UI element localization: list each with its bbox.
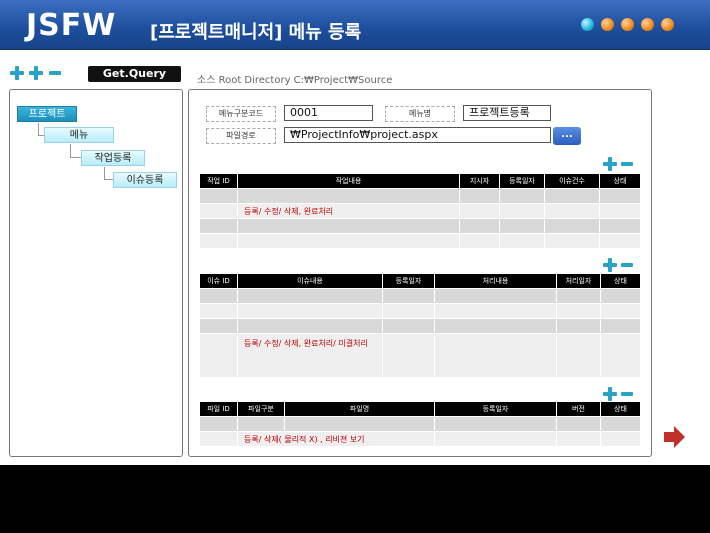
tree-item-menu[interactable]: 메뉴 [44, 127, 114, 143]
remove-file-icon[interactable] [621, 392, 633, 396]
add-issue-icon[interactable] [603, 258, 617, 272]
table-row[interactable] [199, 303, 641, 319]
header-dots [581, 18, 674, 31]
table-row[interactable] [199, 288, 641, 304]
detail-panel: 메뉴구분코드 0001 메뉴명 프로젝트등록 파일경로 ₩ProjectInfo… [188, 89, 652, 457]
col-issue-id[interactable]: 이슈 ID [199, 273, 238, 289]
window-dot-icon[interactable] [641, 18, 654, 31]
menu-code-label: 메뉴구분코드 [206, 106, 276, 122]
window-dot-icon[interactable] [661, 18, 674, 31]
table-row[interactable]: 등록/ 수정/ 삭제, 완료처리/ 미결처리 [199, 333, 641, 378]
source-directory-text: 소스 Root Directory C:₩Project₩Source [197, 75, 393, 86]
table-row[interactable] [199, 218, 641, 234]
task-toolbar [603, 157, 633, 171]
next-arrow-icon[interactable] [662, 425, 686, 449]
task-table: 작업 ID 작업내용 지시자 등록일자 이슈건수 상태 등록/ 수정/ 삭제, … [199, 173, 641, 249]
col-status[interactable]: 상태 [600, 401, 641, 417]
footer-bar [0, 465, 710, 533]
table-row[interactable]: 등록/ 삭제( 물리적 X) , 리비젼 보기 [199, 431, 641, 447]
file-toolbar [603, 387, 633, 401]
task-note: 등록/ 수정/ 삭제, 완료처리 [237, 203, 460, 219]
col-process-content[interactable]: 처리내용 [434, 273, 557, 289]
remove-task-icon[interactable] [621, 162, 633, 166]
app-header: JSFW [프로젝트매니저] 메뉴 등록 [0, 0, 710, 50]
issue-table: 이슈 ID 이슈내용 등록일자 처리내용 처리일자 상태 등록/ 수정/ 삭제,… [199, 273, 641, 378]
remove-issue-icon[interactable] [621, 263, 633, 267]
col-task-id[interactable]: 작업 ID [199, 173, 238, 189]
col-file-type[interactable]: 파일구분 [237, 401, 285, 417]
browse-button[interactable]: ... [553, 127, 581, 145]
table-row[interactable] [199, 188, 641, 204]
get-query-button[interactable]: Get.Query [88, 66, 181, 82]
table-header: 파일 ID 파일구분 파일명 등록일자 버전 상태 [199, 401, 641, 417]
window-dot-icon[interactable] [581, 18, 594, 31]
remove-node-icon[interactable] [49, 71, 61, 75]
col-issue-content[interactable]: 이슈내용 [237, 273, 383, 289]
table-row[interactable] [199, 233, 641, 249]
table-row[interactable] [199, 318, 641, 334]
col-task-content[interactable]: 작업내용 [237, 173, 460, 189]
file-table: 파일 ID 파일구분 파일명 등록일자 버전 상태 등록/ 삭제( 물리적 X)… [199, 401, 641, 447]
col-status[interactable]: 상태 [600, 273, 641, 289]
file-note: 등록/ 삭제( 물리적 X) , 리비젼 보기 [237, 431, 435, 447]
table-header: 이슈 ID 이슈내용 등록일자 처리내용 처리일자 상태 [199, 273, 641, 289]
add-task-icon[interactable] [603, 157, 617, 171]
table-row[interactable]: 등록/ 수정/ 삭제, 완료처리 [199, 203, 641, 219]
table-row[interactable] [199, 416, 641, 432]
col-status[interactable]: 상태 [599, 173, 641, 189]
tree-item-task[interactable]: 작업등록 [81, 150, 145, 166]
col-reg-date[interactable]: 등록일자 [434, 401, 557, 417]
col-reg-date[interactable]: 등록일자 [499, 173, 545, 189]
col-file-id[interactable]: 파일 ID [199, 401, 238, 417]
menu-tree-panel: 프로젝트 메뉴 작업등록 이슈등록 [9, 89, 183, 457]
issue-note: 등록/ 수정/ 삭제, 완료처리/ 미결처리 [237, 333, 383, 378]
menu-name-field[interactable]: 프로젝트등록 [463, 105, 551, 121]
col-reg-date[interactable]: 등록일자 [382, 273, 435, 289]
tree-toolbar [10, 66, 61, 80]
add-file-icon[interactable] [603, 387, 617, 401]
col-file-name[interactable]: 파일명 [284, 401, 435, 417]
add-child-icon[interactable] [29, 66, 43, 80]
add-node-icon[interactable] [10, 66, 24, 80]
file-path-field[interactable]: ₩ProjectInfo₩project.aspx [284, 127, 551, 143]
app-logo: JSFW [26, 8, 117, 43]
tree-item-issue[interactable]: 이슈등록 [113, 172, 177, 188]
col-assigner[interactable]: 지시자 [459, 173, 500, 189]
table-header: 작업 ID 작업내용 지시자 등록일자 이슈건수 상태 [199, 173, 641, 189]
col-version[interactable]: 버전 [556, 401, 601, 417]
page-title: [프로젝트매니저] 메뉴 등록 [150, 22, 362, 43]
file-path-label: 파일경로 [206, 128, 276, 144]
window-dot-icon[interactable] [621, 18, 634, 31]
menu-code-field[interactable]: 0001 [284, 105, 373, 121]
issue-toolbar [603, 258, 633, 272]
window-dot-icon[interactable] [601, 18, 614, 31]
tree-item-project[interactable]: 프로젝트 [17, 106, 77, 122]
menu-name-label: 메뉴명 [385, 106, 455, 122]
col-issue-count[interactable]: 이슈건수 [544, 173, 600, 189]
col-process-date[interactable]: 처리일자 [556, 273, 601, 289]
